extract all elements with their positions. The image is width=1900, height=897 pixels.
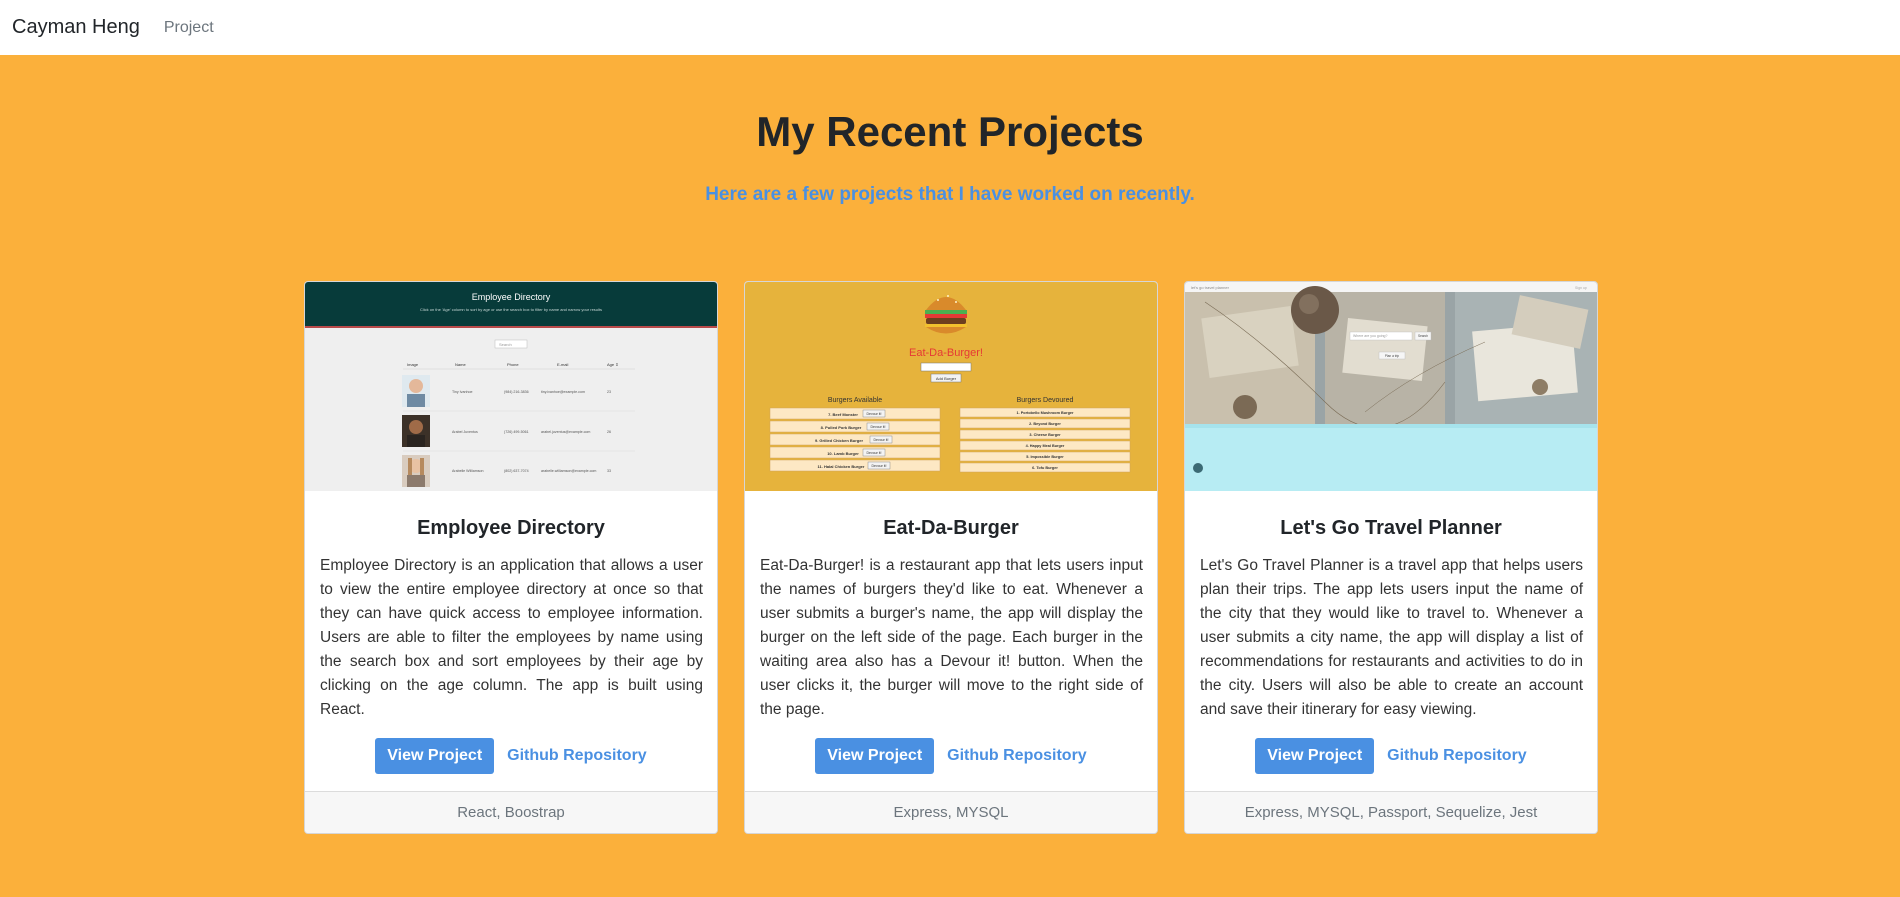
svg-text:(726) 499-5061: (726) 499-5061 bbox=[504, 430, 529, 434]
svg-text:Age ⇕: Age ⇕ bbox=[607, 362, 619, 367]
project-screenshot[interactable]: Eat-Da-Burger! Add Burger Burgers Availa… bbox=[745, 282, 1157, 491]
brand-link[interactable]: Cayman Heng bbox=[12, 16, 140, 39]
svg-text:Eat-Da-Burger!: Eat-Da-Burger! bbox=[909, 347, 983, 359]
svg-text:(802) 637-7074: (802) 637-7074 bbox=[504, 469, 529, 473]
project-actions: View Project Github Repository bbox=[1185, 738, 1597, 774]
svg-text:26: 26 bbox=[607, 430, 611, 434]
fab-icon bbox=[1193, 463, 1203, 473]
svg-text:Search: Search bbox=[1418, 334, 1428, 338]
svg-text:arabel.juventus@example.com: arabel.juventus@example.com bbox=[541, 430, 590, 434]
svg-text:Plan a trip: Plan a trip bbox=[1385, 354, 1400, 358]
nav-link-project[interactable]: Project bbox=[164, 19, 214, 37]
view-project-button[interactable]: View Project bbox=[375, 738, 495, 774]
svg-text:10. Lamb Burger: 10. Lamb Burger bbox=[827, 451, 859, 456]
project-tech-footer: Express, MYSQL, Passport, Sequelize, Jes… bbox=[1185, 791, 1597, 833]
svg-text:arabelle.williamson@example.co: arabelle.williamson@example.com bbox=[541, 469, 596, 473]
navbar: Cayman Heng Project bbox=[0, 0, 1900, 55]
svg-text:1. Portobello Mushroom Burger: 1. Portobello Mushroom Burger bbox=[1017, 411, 1074, 415]
project-tech-footer: Express, MYSQL bbox=[745, 791, 1157, 833]
github-repository-link[interactable]: Github Repository bbox=[507, 747, 647, 765]
svg-text:11. Halal Chicken Burger: 11. Halal Chicken Burger bbox=[818, 464, 865, 469]
svg-text:Name: Name bbox=[455, 362, 466, 367]
project-description: Employee Directory is an application tha… bbox=[320, 557, 703, 718]
svg-text:Devour it!: Devour it! bbox=[874, 438, 889, 442]
svg-text:E-mail: E-mail bbox=[557, 362, 568, 367]
svg-text:33: 33 bbox=[607, 469, 611, 473]
project-actions: View Project Github Repository bbox=[305, 738, 717, 774]
project-card-employee-directory: Employee Directory Click on the 'Age' co… bbox=[304, 281, 718, 834]
svg-text:8. Pulled Pork Burger: 8. Pulled Pork Burger bbox=[821, 425, 862, 430]
project-tech-footer: React, Boostrap bbox=[305, 791, 717, 833]
svg-text:Burgers Available: Burgers Available bbox=[828, 397, 882, 404]
project-actions: View Project Github Repository bbox=[745, 738, 1157, 774]
svg-text:23: 23 bbox=[607, 390, 611, 394]
svg-text:5. Impossible Burger: 5. Impossible Burger bbox=[1026, 455, 1064, 459]
svg-text:(984) 216-3836: (984) 216-3836 bbox=[504, 390, 529, 394]
svg-text:tiny.ivanhoe@example.com: tiny.ivanhoe@example.com bbox=[541, 390, 585, 394]
svg-text:Devour it!: Devour it! bbox=[871, 425, 886, 429]
svg-text:Devour it!: Devour it! bbox=[872, 464, 887, 468]
svg-text:3. Cheese Burger: 3. Cheese Burger bbox=[1029, 433, 1061, 437]
svg-text:Arabel Juventus: Arabel Juventus bbox=[452, 430, 478, 434]
github-repository-link[interactable]: Github Repository bbox=[1387, 747, 1527, 765]
project-title: Employee Directory bbox=[417, 517, 605, 539]
svg-text:let's go travel planner: let's go travel planner bbox=[1191, 285, 1230, 290]
svg-text:Image: Image bbox=[407, 362, 419, 367]
svg-text:Click on the 'Age' column to s: Click on the 'Age' column to sort by age… bbox=[420, 307, 602, 312]
svg-text:7. Beef Monster: 7. Beef Monster bbox=[828, 412, 858, 417]
svg-text:9. Grilled Chicken Burger: 9. Grilled Chicken Burger bbox=[815, 438, 863, 443]
project-description: Eat-Da-Burger! is a restaurant app that … bbox=[760, 557, 1143, 718]
svg-text:Sign up: Sign up bbox=[1575, 286, 1587, 290]
svg-text:Search: Search bbox=[499, 342, 512, 347]
project-card-eat-da-burger: Eat-Da-Burger! Add Burger Burgers Availa… bbox=[744, 281, 1158, 834]
view-project-button[interactable]: View Project bbox=[815, 738, 935, 774]
page-subtitle: Here are a few projects that I have work… bbox=[705, 184, 1195, 205]
project-screenshot[interactable]: let's go travel planner Sign up Where ar… bbox=[1185, 282, 1597, 491]
svg-text:Arabelle Williamson: Arabelle Williamson bbox=[452, 469, 484, 473]
svg-text:2. Beyond Burger: 2. Beyond Burger bbox=[1029, 422, 1061, 426]
svg-text:4. Happy Meal Burger: 4. Happy Meal Burger bbox=[1026, 444, 1065, 448]
svg-text:Where are you going?: Where are you going? bbox=[1353, 334, 1387, 338]
page-title: My Recent Projects bbox=[756, 108, 1144, 155]
project-title: Let's Go Travel Planner bbox=[1280, 517, 1502, 539]
project-description: Let's Go Travel Planner is a travel app … bbox=[1200, 557, 1583, 718]
svg-text:Tiny Ivanhoe: Tiny Ivanhoe bbox=[452, 390, 472, 394]
svg-text:Burgers Devoured: Burgers Devoured bbox=[1017, 397, 1074, 404]
svg-text:Phone: Phone bbox=[507, 362, 519, 367]
project-card-travel-planner: let's go travel planner Sign up Where ar… bbox=[1184, 281, 1598, 834]
svg-text:Devour it!: Devour it! bbox=[867, 412, 882, 416]
project-title: Eat-Da-Burger bbox=[883, 517, 1019, 539]
svg-text:6. Tofu Burger: 6. Tofu Burger bbox=[1032, 466, 1058, 470]
svg-text:Employee Directory: Employee Directory bbox=[472, 292, 551, 302]
project-screenshot[interactable]: Employee Directory Click on the 'Age' co… bbox=[305, 282, 717, 491]
svg-text:Devour it!: Devour it! bbox=[867, 451, 882, 455]
svg-text:Add Burger: Add Burger bbox=[936, 376, 957, 381]
github-repository-link[interactable]: Github Repository bbox=[947, 747, 1087, 765]
view-project-button[interactable]: View Project bbox=[1255, 738, 1375, 774]
